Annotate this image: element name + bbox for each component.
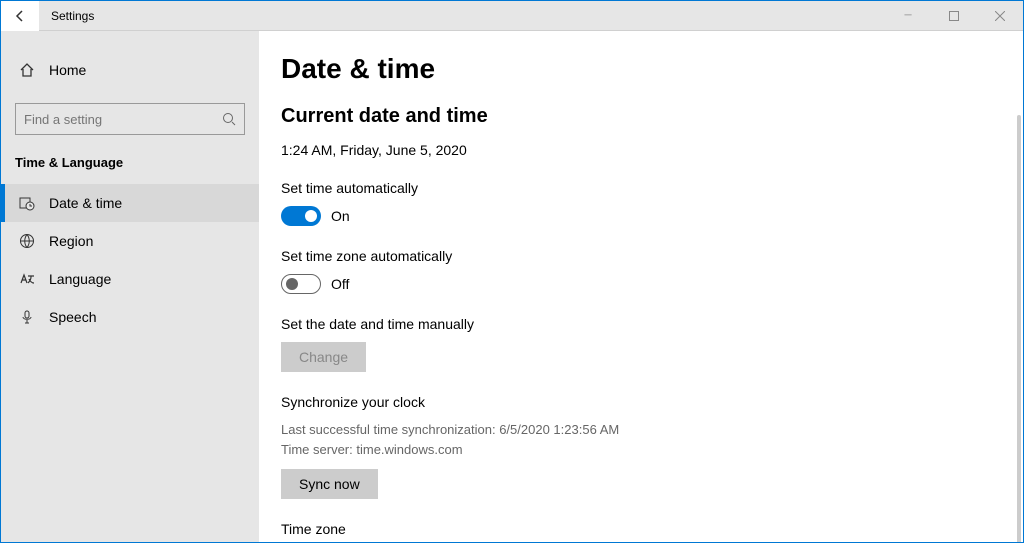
search-box[interactable] — [15, 103, 245, 135]
minimize-button[interactable]: ─ — [885, 1, 931, 31]
microphone-icon — [19, 309, 35, 325]
window-title: Settings — [39, 9, 94, 23]
sidebar-item-date-time[interactable]: Date & time — [1, 184, 259, 222]
main-content: Date & time Current date and time 1:24 A… — [259, 31, 1023, 542]
close-button[interactable] — [977, 1, 1023, 31]
sync-now-button[interactable]: Sync now — [281, 469, 378, 499]
auto-tz-state: Off — [331, 276, 349, 292]
search-input[interactable] — [24, 112, 204, 127]
current-datetime-heading: Current date and time — [281, 105, 801, 128]
sidebar-item-label: Language — [49, 271, 111, 287]
sidebar-category: Time & Language — [1, 149, 259, 184]
sync-server: Time server: time.windows.com — [281, 440, 801, 460]
timezone-label: Time zone — [281, 521, 801, 537]
sidebar-item-region[interactable]: Region — [1, 222, 259, 260]
calendar-clock-icon — [19, 195, 35, 211]
auto-time-toggle[interactable] — [281, 206, 321, 226]
scrollbar[interactable] — [1017, 115, 1021, 542]
sidebar-item-speech[interactable]: Speech — [1, 298, 259, 336]
auto-tz-label: Set time zone automatically — [281, 248, 801, 264]
language-icon — [19, 271, 35, 287]
manual-label: Set the date and time manually — [281, 316, 801, 332]
sidebar-home-label: Home — [49, 62, 86, 78]
auto-tz-toggle[interactable] — [281, 274, 321, 294]
sync-last: Last successful time synchronization: 6/… — [281, 420, 801, 440]
sidebar-item-label: Region — [49, 233, 93, 249]
auto-time-state: On — [331, 208, 350, 224]
sidebar-item-label: Speech — [49, 309, 96, 325]
page-title: Date & time — [281, 53, 801, 85]
title-bar: Settings ─ — [1, 1, 1023, 31]
back-button[interactable] — [1, 1, 39, 31]
sync-heading: Synchronize your clock — [281, 394, 801, 410]
current-datetime-value: 1:24 AM, Friday, June 5, 2020 — [281, 142, 801, 158]
change-button[interactable]: Change — [281, 342, 366, 372]
sidebar-item-language[interactable]: Language — [1, 260, 259, 298]
sidebar: Home Time & Language Date & time Region … — [1, 31, 259, 542]
home-icon — [19, 62, 35, 78]
globe-icon — [19, 233, 35, 249]
arrow-left-icon — [13, 9, 27, 23]
auto-time-label: Set time automatically — [281, 180, 801, 196]
sidebar-home[interactable]: Home — [1, 51, 259, 89]
sidebar-item-label: Date & time — [49, 195, 122, 211]
search-icon — [222, 112, 236, 126]
maximize-button[interactable] — [931, 1, 977, 31]
